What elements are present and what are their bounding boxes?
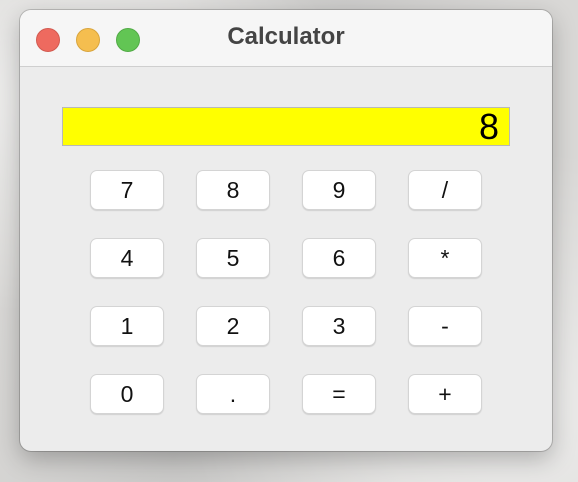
key-0[interactable]: 0 <box>90 374 164 414</box>
key-equals[interactable]: = <box>302 374 376 414</box>
calculator-window: Calculator 8 7 8 9 / 4 5 6 * 1 2 3 - 0 .… <box>20 10 552 451</box>
title-bar: Calculator <box>20 10 552 67</box>
key-1[interactable]: 1 <box>90 306 164 346</box>
key-subtract[interactable]: - <box>408 306 482 346</box>
key-5[interactable]: 5 <box>196 238 270 278</box>
key-decimal[interactable]: . <box>196 374 270 414</box>
key-2[interactable]: 2 <box>196 306 270 346</box>
key-add[interactable]: + <box>408 374 482 414</box>
key-8[interactable]: 8 <box>196 170 270 210</box>
key-4[interactable]: 4 <box>90 238 164 278</box>
result-display: 8 <box>62 107 510 146</box>
key-9[interactable]: 9 <box>302 170 376 210</box>
key-6[interactable]: 6 <box>302 238 376 278</box>
window-title: Calculator <box>227 23 345 50</box>
key-7[interactable]: 7 <box>90 170 164 210</box>
key-multiply[interactable]: * <box>408 238 482 278</box>
key-divide[interactable]: / <box>408 170 482 210</box>
key-3[interactable]: 3 <box>302 306 376 346</box>
